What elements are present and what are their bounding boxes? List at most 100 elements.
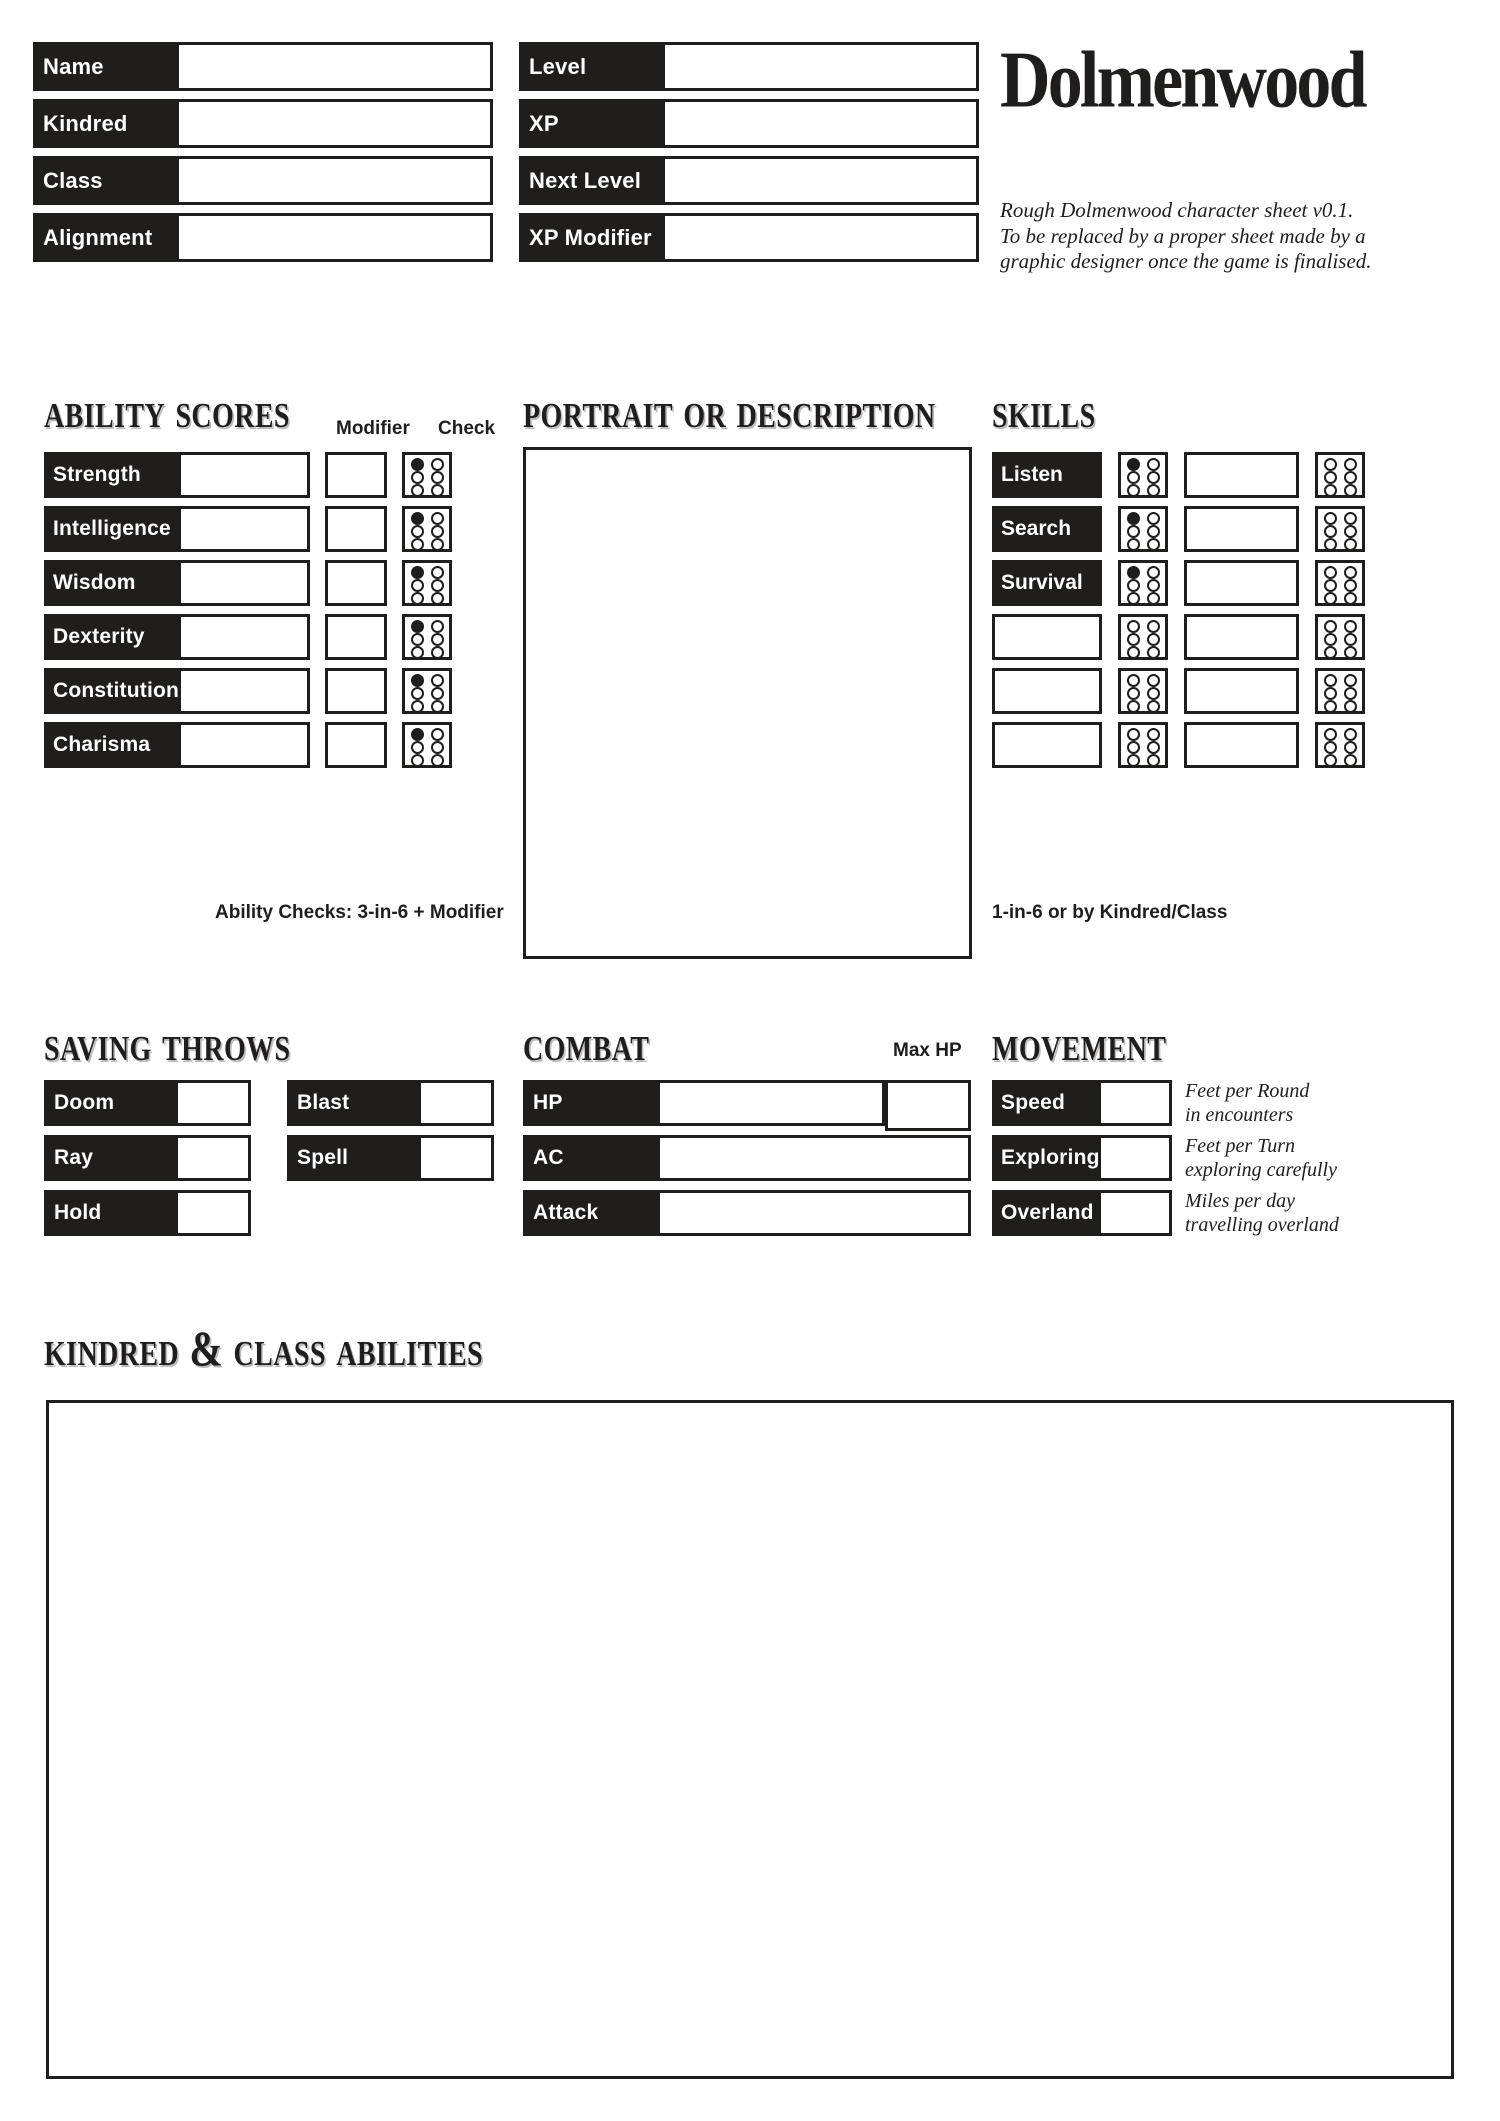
- check-pip[interactable]: [410, 471, 424, 484]
- check-pip[interactable]: [410, 633, 424, 646]
- movement-input-exploring[interactable]: [1098, 1135, 1172, 1181]
- check-pip[interactable]: [410, 458, 424, 471]
- skill-label-survival[interactable]: Survival: [992, 560, 1102, 606]
- ability-modifier-input-dexterity[interactable]: [325, 614, 387, 660]
- check-pip[interactable]: [430, 754, 444, 767]
- combat-input-attack[interactable]: [657, 1190, 971, 1236]
- check-pip[interactable]: [430, 728, 444, 741]
- check-pip[interactable]: [1126, 646, 1140, 659]
- ability-modifier-input-constitution[interactable]: [325, 668, 387, 714]
- check-pip[interactable]: [1146, 579, 1160, 592]
- save-input-spell[interactable]: [418, 1135, 494, 1181]
- check-pip[interactable]: [1323, 525, 1337, 538]
- combat-input-hp[interactable]: [657, 1080, 885, 1126]
- ability-check-pips-charisma[interactable]: [402, 722, 452, 768]
- check-pip[interactable]: [1323, 728, 1337, 741]
- check-pip[interactable]: [410, 674, 424, 687]
- check-pip[interactable]: [410, 741, 424, 754]
- skill-bonus-pips-6[interactable]: [1315, 722, 1365, 768]
- check-pip[interactable]: [410, 754, 424, 767]
- skill-value-input-4[interactable]: [1184, 614, 1299, 660]
- check-pip[interactable]: [430, 484, 444, 497]
- identity-input-level[interactable]: [662, 42, 979, 91]
- check-pip[interactable]: [1126, 700, 1140, 713]
- check-pip[interactable]: [1343, 700, 1357, 713]
- check-pip[interactable]: [410, 728, 424, 741]
- check-pip[interactable]: [1126, 592, 1140, 605]
- check-pip[interactable]: [1146, 700, 1160, 713]
- check-pip[interactable]: [1323, 512, 1337, 525]
- check-pip[interactable]: [1343, 484, 1357, 497]
- check-pip[interactable]: [1146, 646, 1160, 659]
- check-pip[interactable]: [430, 741, 444, 754]
- check-pip[interactable]: [1343, 525, 1357, 538]
- check-pip[interactable]: [1343, 728, 1357, 741]
- identity-input-xp-modifier[interactable]: [662, 213, 979, 262]
- ability-check-pips-strength[interactable]: [402, 452, 452, 498]
- combat-input-ac[interactable]: [657, 1135, 971, 1181]
- movement-input-speed[interactable]: [1098, 1080, 1172, 1126]
- ability-score-input-strength[interactable]: [178, 452, 310, 498]
- check-pip[interactable]: [1323, 484, 1337, 497]
- check-pip[interactable]: [1126, 471, 1140, 484]
- skill-rank-pips-2[interactable]: [1118, 506, 1168, 552]
- check-pip[interactable]: [1323, 674, 1337, 687]
- check-pip[interactable]: [410, 525, 424, 538]
- check-pip[interactable]: [1126, 579, 1140, 592]
- check-pip[interactable]: [1146, 512, 1160, 525]
- check-pip[interactable]: [410, 700, 424, 713]
- skill-value-input-1[interactable]: [1184, 452, 1299, 498]
- check-pip[interactable]: [1323, 687, 1337, 700]
- check-pip[interactable]: [1343, 512, 1357, 525]
- identity-input-next-level[interactable]: [662, 156, 979, 205]
- check-pip[interactable]: [1323, 646, 1337, 659]
- check-pip[interactable]: [1343, 646, 1357, 659]
- check-pip[interactable]: [1323, 592, 1337, 605]
- check-pip[interactable]: [1343, 687, 1357, 700]
- check-pip[interactable]: [430, 700, 444, 713]
- skill-label-blank[interactable]: [992, 614, 1102, 660]
- check-pip[interactable]: [1323, 566, 1337, 579]
- ability-modifier-input-charisma[interactable]: [325, 722, 387, 768]
- identity-input-alignment[interactable]: [176, 213, 493, 262]
- check-pip[interactable]: [410, 566, 424, 579]
- check-pip[interactable]: [1146, 592, 1160, 605]
- ability-modifier-input-wisdom[interactable]: [325, 560, 387, 606]
- check-pip[interactable]: [410, 538, 424, 551]
- check-pip[interactable]: [1126, 754, 1140, 767]
- skill-rank-pips-4[interactable]: [1118, 614, 1168, 660]
- skill-bonus-pips-4[interactable]: [1315, 614, 1365, 660]
- check-pip[interactable]: [1323, 579, 1337, 592]
- skill-value-input-3[interactable]: [1184, 560, 1299, 606]
- check-pip[interactable]: [430, 592, 444, 605]
- identity-input-kindred[interactable]: [176, 99, 493, 148]
- ability-modifier-input-strength[interactable]: [325, 452, 387, 498]
- check-pip[interactable]: [410, 592, 424, 605]
- check-pip[interactable]: [1343, 754, 1357, 767]
- check-pip[interactable]: [1146, 525, 1160, 538]
- check-pip[interactable]: [1126, 633, 1140, 646]
- check-pip[interactable]: [1323, 471, 1337, 484]
- check-pip[interactable]: [430, 620, 444, 633]
- check-pip[interactable]: [1323, 620, 1337, 633]
- check-pip[interactable]: [1146, 687, 1160, 700]
- check-pip[interactable]: [1126, 687, 1140, 700]
- kindred-class-abilities-area[interactable]: [46, 1400, 1454, 2079]
- check-pip[interactable]: [410, 646, 424, 659]
- check-pip[interactable]: [410, 484, 424, 497]
- check-pip[interactable]: [1323, 741, 1337, 754]
- skill-value-input-2[interactable]: [1184, 506, 1299, 552]
- check-pip[interactable]: [410, 620, 424, 633]
- skill-value-input-6[interactable]: [1184, 722, 1299, 768]
- check-pip[interactable]: [1323, 700, 1337, 713]
- skill-rank-pips-3[interactable]: [1118, 560, 1168, 606]
- identity-input-class[interactable]: [176, 156, 493, 205]
- check-pip[interactable]: [1343, 458, 1357, 471]
- skill-label-listen[interactable]: Listen: [992, 452, 1102, 498]
- check-pip[interactable]: [1126, 484, 1140, 497]
- save-input-ray[interactable]: [175, 1135, 251, 1181]
- ability-check-pips-wisdom[interactable]: [402, 560, 452, 606]
- skill-label-blank[interactable]: [992, 668, 1102, 714]
- check-pip[interactable]: [1126, 525, 1140, 538]
- identity-input-name[interactable]: [176, 42, 493, 91]
